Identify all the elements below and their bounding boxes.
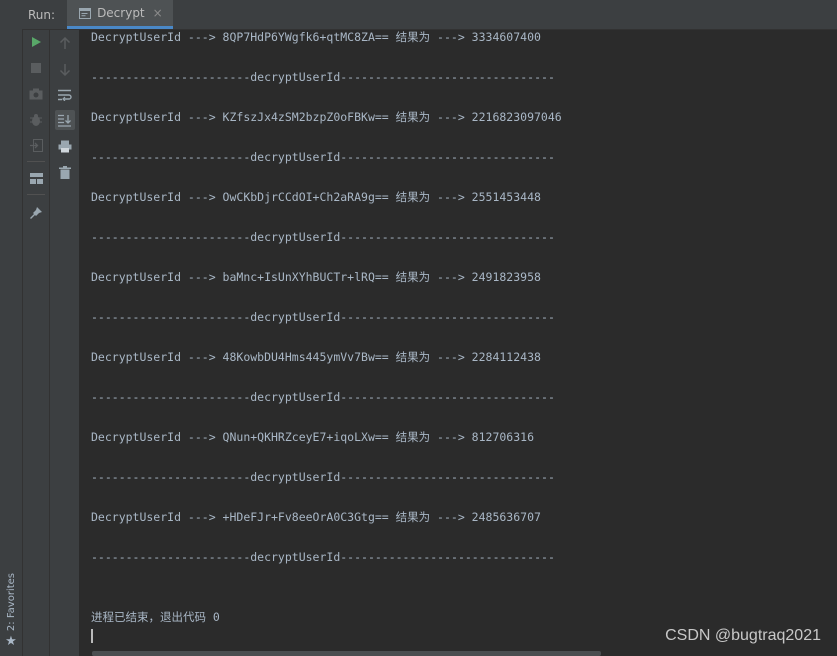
console-line: -----------------------decryptUserId----…	[91, 470, 555, 484]
console-icon	[79, 7, 92, 19]
console-line: DecryptUserId ---> baMnc+IsUnXYhBUCTr+lR…	[91, 270, 541, 284]
console-line: -----------------------decryptUserId----…	[91, 390, 555, 404]
console-line: -----------------------decryptUserId----…	[91, 150, 555, 164]
console-line: -----------------------decryptUserId----…	[91, 230, 555, 244]
up-arrow-icon[interactable]	[55, 33, 75, 53]
debug-icon[interactable]	[26, 110, 46, 130]
run-label: Run:	[28, 7, 56, 22]
console-output[interactable]: DecryptUserId ---> 8QP7HdP6YWgfk6+qtMC8Z…	[80, 30, 837, 656]
console-line: DecryptUserId ---> QNun+QKHRZceyE7+iqoLX…	[91, 430, 534, 444]
console-line: -----------------------decryptUserId----…	[91, 70, 555, 84]
run-icon[interactable]	[26, 32, 46, 52]
console-line: DecryptUserId ---> KZfszJx4zSM2bzpZ0oFBK…	[91, 110, 562, 124]
left-tool-strip: 2: Favorites ★	[0, 0, 23, 656]
soft-wrap-icon[interactable]	[55, 85, 75, 105]
print-icon[interactable]	[55, 136, 75, 156]
star-icon: ★	[5, 634, 17, 649]
run-toolbar	[23, 30, 50, 656]
camera-icon[interactable]	[26, 84, 46, 104]
pin-icon[interactable]	[26, 202, 46, 222]
console-line: DecryptUserId ---> OwCKbDjrCCdOI+Ch2aRA9…	[91, 190, 541, 204]
run-tool-window-header: Run: Decrypt ×	[22, 0, 837, 30]
horizontal-scrollbar[interactable]	[92, 651, 601, 656]
console-line: DecryptUserId ---> +HDeFJr+Fv8eeOrA0C3Gt…	[91, 510, 541, 524]
console-line: -----------------------decryptUserId----…	[91, 550, 555, 564]
favorites-label: 2: Favorites	[5, 572, 17, 631]
down-arrow-icon[interactable]	[55, 59, 75, 79]
scroll-to-end-icon[interactable]	[54, 110, 75, 130]
console-line: -----------------------decryptUserId----…	[91, 310, 555, 324]
watermark: CSDN @bugtraq2021	[665, 627, 821, 644]
close-icon[interactable]: ×	[153, 6, 163, 20]
favorites-tool-button[interactable]: 2: Favorites ★	[2, 573, 20, 648]
tab-decrypt[interactable]: Decrypt ×	[67, 0, 173, 29]
trash-icon[interactable]	[55, 162, 75, 182]
exit-icon[interactable]	[26, 135, 46, 155]
console-toolbar	[50, 30, 80, 656]
stop-icon[interactable]	[26, 58, 46, 78]
text-cursor	[91, 629, 93, 643]
process-exit-message: 进程已结束，退出代码 0	[91, 610, 220, 624]
console-line: DecryptUserId ---> 48KowbDU4Hms445ymVv7B…	[91, 350, 541, 364]
tab-label: Decrypt	[97, 6, 145, 20]
console-line: DecryptUserId ---> 8QP7HdP6YWgfk6+qtMC8Z…	[91, 30, 541, 44]
layout-icon[interactable]	[26, 168, 46, 188]
